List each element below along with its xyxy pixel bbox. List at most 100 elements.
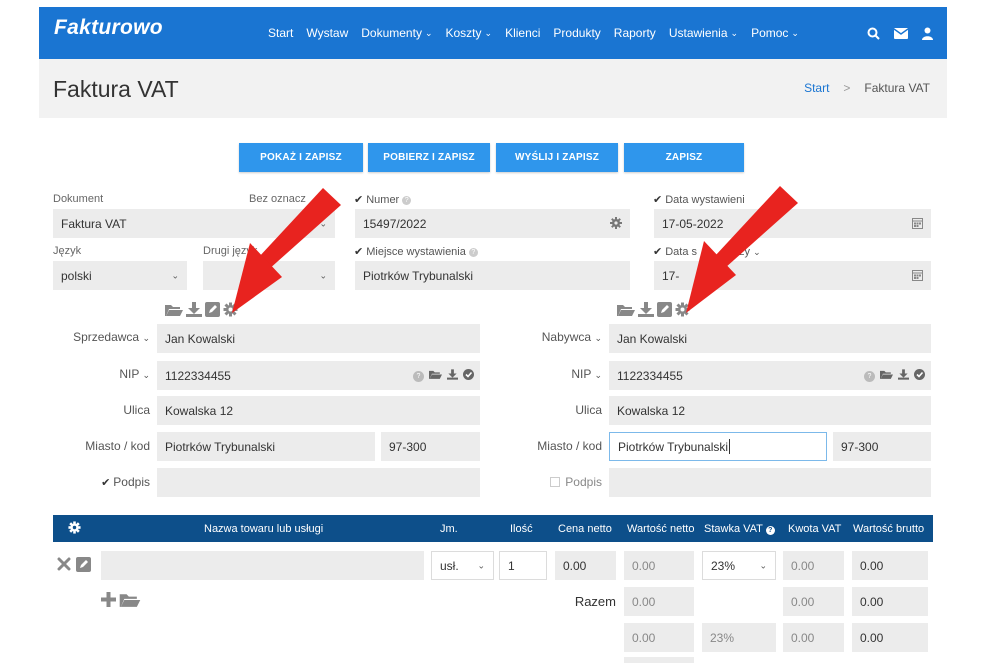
buyer-name-input[interactable]: Jan Kowalski: [609, 324, 931, 353]
text-cursor: [729, 439, 731, 454]
download-icon[interactable]: [638, 302, 654, 320]
nav-item-koszty[interactable]: Koszty ⌄: [446, 26, 493, 40]
breadcrumb-home-link[interactable]: Start: [804, 81, 829, 95]
download-icon[interactable]: [186, 302, 202, 320]
check-circle-icon[interactable]: [463, 369, 474, 383]
buyer-street-input[interactable]: Kowalska 12: [609, 396, 931, 425]
total-gross-value: 0.00: [852, 587, 928, 616]
checkbox-unchecked[interactable]: [550, 477, 561, 487]
chevron-down-icon: ⌄: [477, 560, 485, 570]
seller-name-input[interactable]: Jan Kowalski: [157, 324, 480, 353]
download-icon[interactable]: [898, 369, 909, 383]
sale-date-input[interactable]: 17- 2: [654, 261, 931, 290]
edit-icon[interactable]: [657, 302, 672, 320]
issue-date-input[interactable]: 17-05-2022: [654, 209, 931, 238]
seller-postal-input[interactable]: 97-300: [381, 432, 480, 461]
chevron-down-icon: ⌄: [142, 370, 150, 380]
buyer-city-label: Miasto / kod: [537, 439, 602, 453]
download-and-save-button[interactable]: POBIERZ I ZAPISZ: [368, 143, 490, 172]
seller-nip-label[interactable]: NIP ⌄: [40, 367, 150, 381]
document-select[interactable]: Faktura VAT ⌄: [53, 209, 335, 238]
seller-street-label: Ulica: [123, 403, 150, 417]
item-vat-rate-select[interactable]: 23% ⌄: [702, 551, 776, 580]
help-icon[interactable]: ?: [864, 370, 875, 382]
folder-open-icon[interactable]: [165, 303, 183, 320]
calendar-icon[interactable]: [912, 269, 923, 284]
nav-item-raporty[interactable]: Raporty: [614, 26, 656, 40]
buyer-nip-label[interactable]: NIP ⌄: [490, 367, 602, 381]
edit-icon[interactable]: [205, 302, 220, 320]
col-net-price-header: Cena netto: [558, 523, 612, 535]
show-and-save-button[interactable]: POKAŻ I ZAPISZ: [239, 143, 363, 172]
nav-item-start[interactable]: Start: [268, 26, 293, 40]
seller-role-select[interactable]: Sprzedawca ⌄: [40, 330, 150, 344]
save-button[interactable]: ZAPISZ: [624, 143, 744, 172]
nav-item-ustawienia[interactable]: Ustawienia ⌄: [669, 26, 738, 40]
seller-street-input[interactable]: Kowalska 12: [157, 396, 480, 425]
chevron-down-icon: ⌄: [484, 27, 493, 38]
summary-vat-rate: 23%: [702, 623, 776, 652]
buyer-signature-input[interactable]: [609, 468, 931, 497]
item-qty-input[interactable]: 1: [499, 551, 547, 580]
folder-open-icon[interactable]: [617, 303, 635, 320]
nav-item-klienci[interactable]: Klienci: [505, 26, 540, 40]
add-row-icon[interactable]: [101, 592, 116, 610]
total-label: Razem: [574, 594, 616, 609]
send-and-save-button[interactable]: WYŚLIJ I ZAPISZ: [496, 143, 618, 172]
nav-item-dokumenty[interactable]: Dokumenty ⌄: [361, 26, 432, 40]
issue-date-label: ✔ Data wystawieni: [653, 194, 745, 206]
item-net-price-input[interactable]: 0.00: [555, 551, 616, 580]
buyer-nip-input[interactable]: 1122334455 ?: [609, 361, 931, 390]
download-icon[interactable]: [447, 369, 458, 383]
seller-city-input[interactable]: Piotrków Trybunalski: [157, 432, 375, 461]
nav-item-wystaw[interactable]: Wystaw: [306, 26, 348, 40]
document-label: Dokument: [53, 193, 104, 205]
summary-next-row: [624, 657, 694, 663]
folder-open-icon[interactable]: [429, 369, 442, 383]
number-label: ✔ Numer?: [354, 193, 412, 206]
help-icon: ?: [402, 195, 412, 205]
item-name-input[interactable]: [101, 551, 424, 580]
check-circle-icon[interactable]: [914, 369, 925, 383]
chevron-down-icon: ⌄: [791, 27, 799, 38]
gear-icon[interactable]: [675, 302, 690, 320]
app-logo[interactable]: Fakturowo: [54, 16, 163, 40]
envelope-icon[interactable]: [894, 27, 908, 39]
user-icon[interactable]: [922, 27, 933, 40]
gear-icon[interactable]: [68, 521, 81, 537]
col-qty-header: Ilość: [510, 523, 533, 535]
gear-icon[interactable]: [610, 217, 622, 232]
place-of-issue-input[interactable]: Piotrków Trybunalski: [355, 261, 630, 290]
item-unit-select[interactable]: usł. ⌄: [431, 551, 494, 580]
buyer-role-select[interactable]: Nabywca ⌄: [490, 330, 602, 344]
col-gross-value-header: Wartość brutto: [853, 523, 925, 535]
buyer-postal-input[interactable]: 97-300: [833, 432, 931, 461]
language-select[interactable]: polski ⌄: [53, 261, 187, 290]
calendar-icon[interactable]: [912, 217, 923, 232]
folder-open-icon[interactable]: [880, 369, 893, 383]
page-header: Faktura VAT Start > Faktura VAT: [39, 59, 947, 118]
summary-net-value: 0.00: [624, 623, 694, 652]
chevron-down-icon: ⌄: [319, 218, 327, 228]
seller-city-label: Miasto / kod: [85, 439, 150, 453]
folder-open-icon[interactable]: [119, 592, 141, 611]
seller-signature-input[interactable]: [157, 468, 480, 497]
edit-icon[interactable]: [76, 557, 91, 575]
buyer-signature-checkbox[interactable]: Podpis: [490, 475, 602, 489]
seller-nip-input[interactable]: 1122334455 ?: [157, 361, 480, 390]
help-icon[interactable]: ?: [413, 370, 424, 382]
seller-signature-checkbox[interactable]: ✔ Podpis: [40, 475, 150, 489]
gear-icon[interactable]: [223, 302, 238, 320]
search-icon[interactable]: [867, 27, 880, 40]
nav-item-produkty[interactable]: Produkty: [553, 26, 600, 40]
check-icon: ✔: [101, 477, 111, 489]
col-vat-rate-header: Stawka VAT ?: [704, 523, 775, 535]
nav-item-pomoc[interactable]: Pomoc ⌄: [751, 26, 799, 40]
check-icon: ✔: [653, 194, 663, 206]
invoice-number-input[interactable]: 15497/2022: [355, 209, 630, 238]
check-icon: ✔: [354, 194, 364, 206]
help-icon: ?: [468, 247, 478, 257]
second-language-select[interactable]: ⌄: [203, 261, 335, 290]
delete-row-icon[interactable]: [57, 557, 71, 574]
buyer-city-input[interactable]: Piotrków Trybunalski: [609, 432, 827, 461]
